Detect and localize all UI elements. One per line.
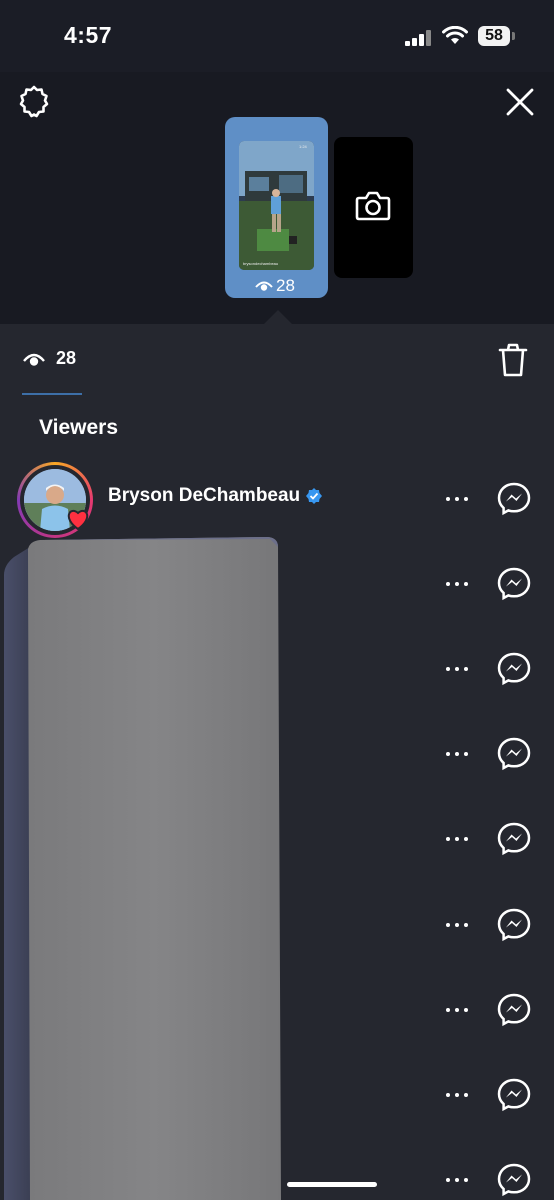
close-icon[interactable] — [502, 84, 538, 120]
more-options-icon[interactable] — [446, 1175, 470, 1185]
messenger-icon[interactable] — [497, 1078, 531, 1112]
selected-pointer — [264, 310, 292, 324]
eye-icon — [23, 353, 45, 366]
home-indicator — [287, 1182, 377, 1187]
camera-icon[interactable] — [354, 188, 392, 224]
views-count-text: 28 — [56, 348, 77, 368]
messenger-icon[interactable] — [497, 567, 531, 601]
status-time: 4:57 — [64, 22, 113, 48]
more-options-icon[interactable] — [446, 749, 470, 759]
more-options-icon[interactable] — [446, 579, 470, 589]
tab-underline — [22, 393, 82, 395]
verified-badge-icon — [306, 488, 323, 504]
more-options-icon[interactable] — [446, 1005, 470, 1015]
battery-indicator: 58 — [478, 26, 510, 46]
messenger-icon[interactable] — [497, 908, 531, 942]
thumbnail-view-count-text: 28 — [276, 276, 295, 295]
wifi-icon — [442, 26, 468, 44]
more-options-icon[interactable] — [446, 834, 470, 844]
thumbnail-view-count: 28 — [255, 276, 295, 296]
viewer-name[interactable]: Bryson DeChambeau — [108, 485, 323, 507]
viewer-name-text: Bryson DeChambeau — [108, 485, 301, 506]
redaction-block — [4, 537, 281, 1200]
viewers-heading: Viewers — [39, 416, 119, 439]
messenger-icon[interactable] — [497, 822, 531, 856]
views-count-tab[interactable]: 28 — [22, 348, 76, 369]
messenger-icon[interactable] — [497, 1163, 531, 1197]
thumb-time: 1:24 — [299, 144, 308, 149]
more-options-icon[interactable] — [446, 494, 470, 504]
thumb-caption: brysondechambeau — [243, 261, 278, 266]
signal-icon — [405, 30, 431, 46]
story-thumbnail-image: brysondechambeau 1:24 — [239, 141, 314, 270]
more-options-icon[interactable] — [446, 1090, 470, 1100]
gear-icon[interactable] — [16, 84, 52, 120]
heart-icon — [67, 510, 89, 530]
more-options-icon[interactable] — [446, 664, 470, 674]
messenger-icon[interactable] — [497, 652, 531, 686]
eye-icon — [255, 281, 273, 291]
story-thumbnail-photo: brysondechambeau 1:24 — [239, 141, 314, 270]
status-bar: 4:57 58 — [0, 0, 554, 72]
messenger-icon[interactable] — [497, 482, 531, 516]
trash-icon[interactable] — [497, 342, 529, 378]
more-options-icon[interactable] — [446, 920, 470, 930]
battery-nub — [512, 32, 515, 40]
messenger-icon[interactable] — [497, 737, 531, 771]
messenger-icon[interactable] — [497, 993, 531, 1027]
